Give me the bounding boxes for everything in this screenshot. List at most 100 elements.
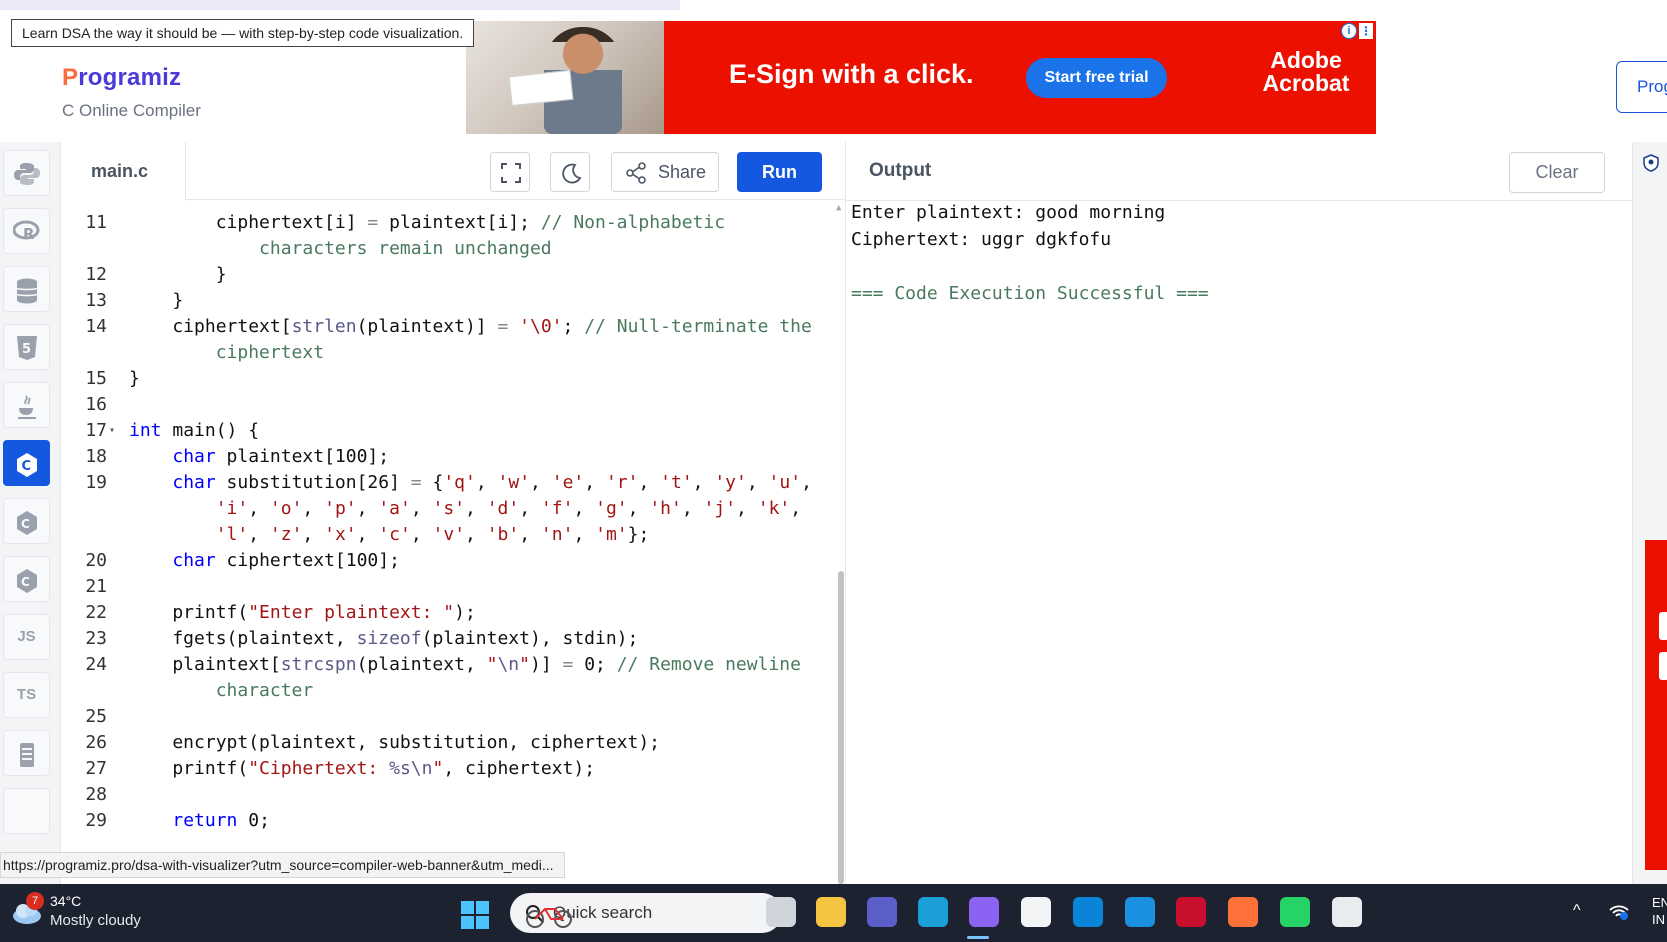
- programiz-pro-button[interactable]: Prog: [1616, 61, 1667, 113]
- mcafee-icon[interactable]: [1176, 897, 1206, 927]
- line-number: 19: [85, 472, 107, 493]
- editor-scroll-thumb[interactable]: [838, 571, 844, 884]
- code-line[interactable]: 25: [61, 703, 831, 730]
- language-indicator[interactable]: EN IN: [1652, 894, 1667, 928]
- ad-start-trial-button[interactable]: Start free trial: [1026, 58, 1167, 98]
- info-icon[interactable]: i: [1341, 23, 1357, 39]
- code-line[interactable]: 13 }: [61, 287, 831, 314]
- fold-arrow-icon[interactable]: ▾: [109, 417, 115, 444]
- programiz-logo[interactable]: Programiz: [62, 64, 181, 92]
- sidebar-item-go[interactable]: [3, 730, 50, 776]
- code-line[interactable]: 14 ciphertext[strlen(plaintext)] = '\0';…: [61, 313, 831, 340]
- chevron-up-icon[interactable]: ^: [1573, 902, 1581, 920]
- output-console[interactable]: Enter plaintext: good morning Ciphertext:…: [851, 199, 1209, 307]
- edge-icon[interactable]: [918, 897, 948, 927]
- help-icon[interactable]: [1125, 897, 1155, 927]
- output-line: Enter plaintext: good morning: [851, 202, 1166, 223]
- code-line[interactable]: 29 return 0;: [61, 807, 831, 834]
- sidebar-item-html[interactable]: 5: [3, 324, 50, 370]
- code-line[interactable]: 'i', 'o', 'p', 'a', 's', 'd', 'f', 'g', …: [61, 495, 831, 522]
- sidebar-item-ts[interactable]: TS: [3, 672, 50, 718]
- line-number: 11: [85, 212, 107, 233]
- code-line[interactable]: 22 printf("Enter plaintext: ");: [61, 599, 831, 626]
- code-text: character: [215, 680, 314, 701]
- code-line[interactable]: 20 char ciphertext[100];: [61, 547, 831, 574]
- execution-status: === Code Execution Successful ===: [851, 283, 1209, 304]
- line-number: 24: [85, 654, 107, 675]
- line-number: 12: [85, 264, 107, 285]
- code-line[interactable]: 24 plaintext[strcspn(plaintext, "\n")] =…: [61, 651, 831, 678]
- weather-temperature[interactable]: 34°C: [50, 893, 81, 909]
- moon-icon: [562, 163, 582, 184]
- code-line[interactable]: 12 }: [61, 261, 831, 288]
- firefox-icon[interactable]: [1228, 897, 1258, 927]
- sidebar-item-csharp[interactable]: C: [3, 498, 50, 544]
- whatsapp-icon[interactable]: [1280, 897, 1310, 927]
- weather-description[interactable]: Mostly cloudy: [50, 912, 141, 929]
- go-icon: [19, 743, 34, 767]
- editor-toolbar: main.c Share Run: [61, 142, 846, 201]
- ad-brand-logo: Adobe Acrobat: [1256, 49, 1356, 95]
- clear-button[interactable]: Clear: [1509, 152, 1605, 193]
- editor-scrollbar[interactable]: ▲: [835, 201, 845, 884]
- sidebar-item-more[interactable]: [3, 788, 50, 834]
- teams-icon[interactable]: [867, 897, 897, 927]
- code-line[interactable]: 'l', 'z', 'x', 'c', 'v', 'b', 'n', 'm'};: [61, 521, 831, 548]
- code-line[interactable]: 15}: [61, 365, 831, 392]
- shield-icon[interactable]: [1643, 154, 1659, 172]
- more-vert-icon[interactable]: ⋮: [1359, 23, 1373, 39]
- theme-toggle-button[interactable]: [550, 152, 590, 192]
- sidebar-item-java[interactable]: [3, 382, 50, 428]
- code-text: char ciphertext[100];: [172, 550, 400, 571]
- code-line[interactable]: 23 fgets(plaintext, sizeof(plaintext), s…: [61, 625, 831, 652]
- line-number: 17: [85, 420, 107, 441]
- fullscreen-button[interactable]: [490, 152, 530, 192]
- chrome-icon[interactable]: [1332, 897, 1362, 927]
- code-line[interactable]: 19 char substitution[26] = {'q', 'w', 'e…: [61, 469, 831, 496]
- line-number: 18: [85, 446, 107, 467]
- code-text: fgets(plaintext, sizeof(plaintext), stdi…: [129, 628, 639, 649]
- code-line[interactable]: 27 printf("Ciphertext: %s\n", ciphertext…: [61, 755, 831, 782]
- sidebar-item-python[interactable]: [3, 150, 50, 196]
- csharp-icon: C: [16, 511, 37, 535]
- sidebar-item-r[interactable]: R: [3, 208, 50, 254]
- windows-start-icon[interactable]: [460, 900, 490, 930]
- code-line[interactable]: 18 char plaintext[100];: [61, 443, 831, 470]
- code-area[interactable]: 11 ciphertext[i] = plaintext[i]; // Non-…: [61, 201, 846, 884]
- sidebar-item-c[interactable]: C: [3, 440, 50, 486]
- weather-badge: 7: [26, 892, 44, 910]
- python-icon: [13, 163, 40, 185]
- sidebar-item-js[interactable]: JS: [3, 614, 50, 660]
- code-line[interactable]: ciphertext: [61, 339, 831, 366]
- code-text: plaintext[strcspn(plaintext, "\n")] = 0;…: [129, 654, 801, 675]
- file-tab-main-c[interactable]: main.c: [61, 142, 186, 201]
- myhp-icon[interactable]: [1073, 897, 1103, 927]
- scroll-up-arrow-icon[interactable]: ▲: [836, 203, 841, 213]
- taskbar-search-box[interactable]: Quick search: [510, 893, 782, 933]
- code-text: char plaintext[100];: [172, 446, 390, 467]
- code-line[interactable]: 17 ▾ int main() {: [61, 417, 831, 444]
- sidebar-item-cpp[interactable]: C: [3, 556, 50, 602]
- side-ad-edge[interactable]: [1645, 540, 1667, 870]
- code-line[interactable]: 11 ciphertext[i] = plaintext[i]; // Non-…: [61, 209, 831, 236]
- sidebar-item-sql[interactable]: [3, 266, 50, 312]
- code-line[interactable]: character: [61, 677, 831, 704]
- code-text: ciphertext[i] = plaintext[i]; // Non-alp…: [129, 212, 726, 233]
- code-line[interactable]: 21: [61, 573, 831, 600]
- task-view-icon[interactable]: [766, 897, 796, 927]
- run-button[interactable]: Run: [737, 152, 822, 192]
- network-icon[interactable]: [1608, 902, 1630, 920]
- store-icon[interactable]: [1021, 897, 1051, 927]
- code-line[interactable]: characters remain unchanged: [61, 235, 831, 262]
- ad-brand-line1: Adobe: [1270, 47, 1342, 73]
- ad-banner[interactable]: E-Sign with a click. Start free trial Ad…: [466, 21, 1376, 134]
- copilot-icon[interactable]: [969, 897, 999, 927]
- line-number: 21: [85, 576, 107, 597]
- code-line[interactable]: 26 encrypt(plaintext, substitution, ciph…: [61, 729, 831, 756]
- file-explorer-icon[interactable]: [816, 897, 846, 927]
- line-number: 25: [85, 706, 107, 727]
- ad-photo: [466, 21, 664, 134]
- code-line[interactable]: 16: [61, 391, 831, 418]
- code-line[interactable]: 28: [61, 781, 831, 808]
- share-button[interactable]: Share: [611, 152, 719, 192]
